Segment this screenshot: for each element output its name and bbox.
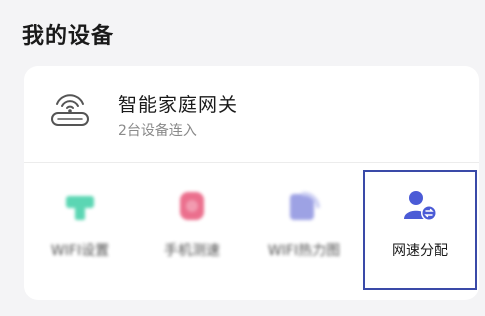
speed-allocation-icon — [404, 191, 437, 221]
tool-wifi-heatmap[interactable]: WIFI热力图 — [248, 172, 360, 290]
wifi-heatmap-icon — [290, 191, 321, 220]
gateway-row[interactable]: 智能家庭网关 2台设备连入 — [24, 66, 479, 160]
gateway-name: 智能家庭网关 — [118, 94, 239, 116]
tool-label: 手机测速 — [164, 243, 220, 259]
device-card: 智能家庭网关 2台设备连入 WIFI设置 手机测速 WIFI热力图 网速分配 — [24, 66, 479, 300]
tool-speed-test[interactable]: 手机测速 — [136, 172, 248, 290]
tool-label: WIFI设置 — [50, 243, 110, 259]
page: 我的设备 智能家庭网关 2台设备连入 WIFI设置 手机测速 WIFI热力图 网… — [0, 0, 485, 316]
tool-label: WIFI热力图 — [267, 243, 341, 259]
speed-test-icon — [180, 192, 204, 220]
router-icon — [51, 94, 89, 126]
wifi-settings-icon — [66, 196, 94, 220]
tool-speed-allocation[interactable]: 网速分配 — [363, 170, 477, 290]
section-title: 我的设备 — [22, 24, 115, 49]
tool-label: 网速分配 — [392, 243, 448, 259]
divider — [24, 162, 479, 163]
tools-row: WIFI设置 手机测速 WIFI热力图 网速分配 — [24, 170, 479, 292]
tool-wifi-settings[interactable]: WIFI设置 — [24, 172, 136, 290]
gateway-connected-count: 2台设备连入 — [118, 123, 197, 139]
